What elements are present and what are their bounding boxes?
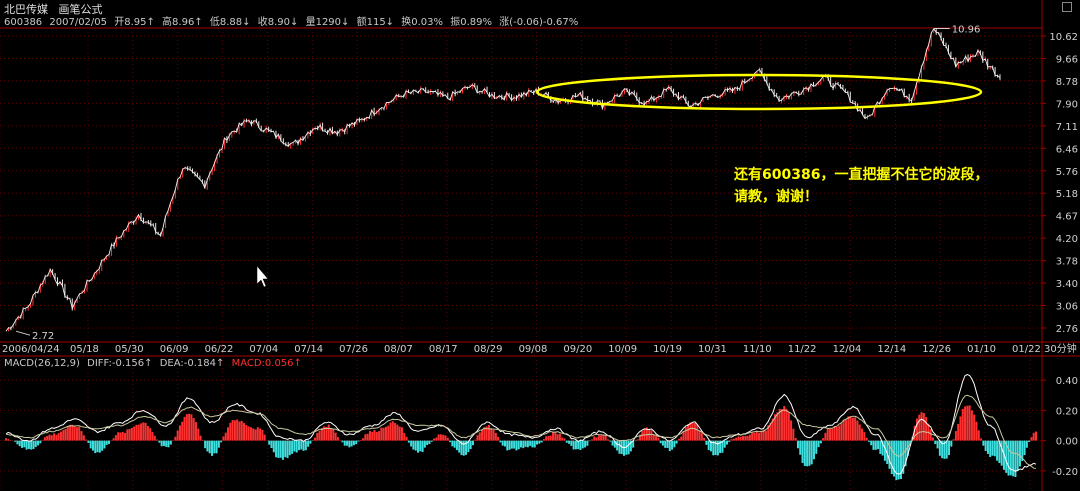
price-tick-label: 3.78	[1056, 257, 1078, 268]
volume: 量1290↓	[305, 17, 350, 28]
dea-line	[5, 394, 1037, 469]
stock-code: 600386	[4, 17, 43, 28]
macd-axis: 0.40 0.20 0.00 -0.20	[1042, 376, 1078, 478]
macd-value-legend: MACD:0.056↑	[231, 358, 302, 369]
time-tick-label: 10/19	[653, 344, 682, 355]
question-annotation: 还有600386，一直把握不住它的波段， 请教，谢谢！	[734, 164, 1034, 208]
price-tick-label: 2.76	[1056, 324, 1078, 335]
time-tick-label: 11/22	[788, 344, 817, 355]
price-change: 涨(-0.06)-0.67%	[499, 17, 579, 28]
macd-lines	[5, 373, 1037, 475]
time-tick-label: 12/26	[922, 344, 951, 355]
time-axis: 2006/04/24 05/18 05/30 06/09 06/22 07/04 07/14…	[2, 342, 1077, 355]
time-tick-label: 11/10	[743, 344, 772, 355]
low-price: 低8.88↓	[209, 17, 251, 28]
time-tick-label: 09/08	[519, 344, 548, 355]
high-label: 10.96	[952, 25, 981, 36]
time-tick-label: 06/09	[160, 344, 189, 355]
price-tick-label: 8.78	[1056, 77, 1078, 88]
quote-date: 2007/02/05	[49, 17, 108, 28]
price-tick-label: 7.90	[1056, 99, 1078, 110]
time-tick-label: 12/04	[833, 344, 862, 355]
macd-title: MACD(26,12,9)	[4, 358, 80, 369]
time-tick-label: 01/22	[1012, 344, 1041, 355]
macd-legend: MACD(26,12,9) DIFF:-0.156↑ DEA:-0.184↑ M…	[4, 358, 306, 369]
price-tick-label: 4.20	[1056, 234, 1078, 245]
price-tick-label: 7.11	[1056, 122, 1078, 133]
macd-tick-label: -0.20	[1052, 467, 1078, 478]
price-tick-label: 5.18	[1056, 189, 1078, 200]
macd-tick-label: 0.20	[1056, 406, 1078, 417]
open-price: 开8.95↑	[114, 17, 155, 28]
macd-tick-label: 0.40	[1056, 376, 1078, 387]
quote-info-bar: 600386 2007/02/05 开8.95↑ 高8.96↑ 低8.88↓ 收…	[4, 13, 582, 28]
price-tick-label: 4.67	[1056, 212, 1078, 223]
diff-line	[5, 373, 1037, 475]
low-leader	[15, 330, 31, 336]
annotation-line-2: 请教，谢谢！	[734, 189, 818, 205]
mouse-cursor-icon	[256, 265, 269, 288]
price-axis: 10.62 9.66 8.78 7.90 7.11 6.46 5.76 5.18 4.67 4.2…	[1042, 32, 1078, 335]
annotation-line-1: 还有600386，一直把握不住它的波段，	[734, 167, 989, 183]
macd-bars	[5, 405, 1037, 481]
price-tick-label: 3.06	[1056, 302, 1078, 313]
time-tick-label: 12/14	[877, 344, 906, 355]
time-tick-label: 05/30	[115, 344, 144, 355]
time-tick-label: 07/14	[294, 344, 323, 355]
high-price: 高8.96↑	[162, 17, 203, 28]
turnover: 换0.03%	[401, 17, 444, 28]
close-price: 收8.90↓	[257, 17, 299, 28]
macd-diff-legend: DIFF:-0.156↑	[87, 358, 153, 369]
price-tick-label: 10.62	[1049, 32, 1078, 43]
price-tick-label: 5.76	[1056, 167, 1078, 178]
time-tick-label: 09/20	[563, 344, 592, 355]
time-tick-label: 01/10	[967, 344, 996, 355]
time-tick-label: 08/07	[384, 344, 413, 355]
time-tick-label: 2006/04/24	[2, 344, 60, 355]
time-tick-label: 08/17	[429, 344, 458, 355]
time-tick-label: 07/26	[339, 344, 368, 355]
period-label: 30分钟	[1044, 342, 1077, 355]
amplitude: 振0.89%	[450, 17, 492, 28]
time-tick-label: 06/22	[205, 344, 234, 355]
macd-dea-legend: DEA:-0.184↑	[159, 358, 225, 369]
price-tick-label: 9.66	[1056, 54, 1078, 65]
time-tick-label: 07/04	[249, 344, 278, 355]
time-tick-label: 10/09	[608, 344, 637, 355]
price-tick-label: 6.46	[1056, 144, 1078, 155]
chart-grid	[0, 0, 1080, 491]
stock-chart: 10.62 9.66 8.78 7.90 7.11 6.46 5.76 5.18 4.67 4.2…	[0, 0, 1080, 491]
amount: 额115↓	[356, 17, 395, 28]
price-tick-label: 3.40	[1056, 279, 1078, 290]
macd-tick-label: 0.00	[1056, 437, 1078, 448]
time-tick-label: 05/18	[70, 344, 99, 355]
low-label: 2.72	[32, 331, 54, 342]
window-square-icon[interactable]	[1062, 2, 1072, 12]
time-tick-label: 10/31	[698, 344, 727, 355]
time-tick-label: 08/29	[474, 344, 503, 355]
